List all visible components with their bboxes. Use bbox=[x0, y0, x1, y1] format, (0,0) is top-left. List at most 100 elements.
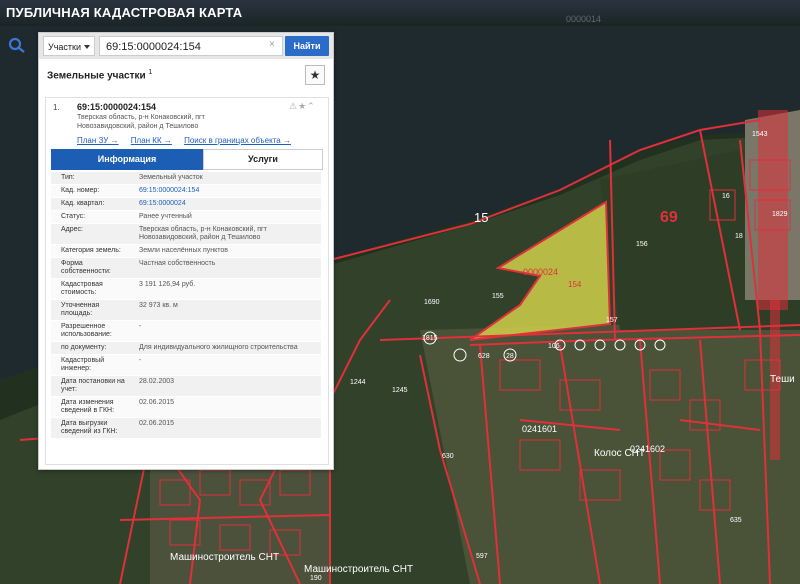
object-type-select[interactable]: Участки bbox=[43, 36, 95, 56]
attribute-value: 28.02.2003 bbox=[139, 378, 175, 385]
search-input[interactable]: 69:15:0000024:154 bbox=[99, 36, 283, 56]
attribute-label: Дата постановки на учет: bbox=[61, 378, 125, 393]
attribute-row: Форма собственности: Частная собственност… bbox=[51, 258, 321, 279]
clear-icon[interactable]: × bbox=[269, 39, 275, 50]
result-cadastral-id[interactable]: 69:15:0000024:154 bbox=[77, 102, 156, 112]
plot-label: 157 bbox=[606, 317, 618, 324]
search-bar: Участки 69:15:0000024:154 × Найти bbox=[39, 33, 333, 59]
parcel-code-label: 0000024 bbox=[523, 267, 558, 277]
object-type-label: Участки bbox=[48, 42, 81, 52]
map-label-mashino-2: Машиностроитель СНТ bbox=[304, 564, 413, 575]
attribute-value: - bbox=[139, 357, 142, 364]
attribute-label: Статус: bbox=[61, 213, 86, 220]
attribute-label: Кад. квартал: bbox=[61, 200, 105, 207]
plot-label: 155 bbox=[492, 293, 504, 300]
plot-label: 190 bbox=[310, 575, 322, 582]
attribute-value: Частная собственность bbox=[139, 260, 216, 267]
tab-information[interactable]: Информация bbox=[51, 149, 203, 170]
search-panel: Участки 69:15:0000024:154 × Найти Земель… bbox=[38, 32, 334, 470]
attribute-value[interactable]: 69:15:0000024 bbox=[135, 198, 321, 210]
attribute-label: Категория земель: bbox=[61, 247, 121, 254]
attribute-label: Дата изменения сведений в ГКН: bbox=[61, 399, 115, 414]
plot-label: 1543 bbox=[752, 131, 768, 138]
result-address-line: Новозавидовский, район д Тешилово bbox=[77, 123, 199, 130]
result-tabs: Информация Услуги bbox=[51, 149, 323, 170]
plot-label: 1690 bbox=[424, 299, 440, 306]
attribute-value: Для индивидуального жилищного строительс… bbox=[139, 344, 298, 351]
attribute-value: 3 191 126,94 руб. bbox=[139, 281, 196, 288]
attribute-row: Уточненная площадь: 32 973 кв. м bbox=[51, 300, 321, 321]
attribute-value[interactable]: 69:15:0000024:154 bbox=[135, 185, 321, 197]
attribute-row: Дата постановки на учет: 28.02.2003 bbox=[51, 376, 321, 397]
plot-label: 1829 bbox=[772, 211, 788, 218]
results-count: 1 bbox=[148, 69, 153, 76]
attribute-value: - bbox=[139, 323, 142, 330]
plot-label: 156 bbox=[636, 241, 648, 248]
star-icon: ★ bbox=[309, 68, 321, 82]
parcel-num-label: 154 bbox=[568, 280, 582, 289]
attribute-row: Кадастровый инженер: - bbox=[51, 355, 321, 376]
plot-label: 106 bbox=[548, 343, 560, 350]
plan-zu-link[interactable]: План ЗУ → bbox=[77, 136, 119, 145]
plan-kk-link[interactable]: План КК → bbox=[131, 136, 172, 145]
attribute-label: Адрес: bbox=[61, 226, 83, 233]
plot-label: 1815 bbox=[422, 335, 438, 342]
plot-label: 28 bbox=[506, 353, 514, 360]
result-address-line: Тверская область, р-н Конаковский, пгт bbox=[77, 114, 205, 121]
attribute-label: Разрешенное использование: bbox=[61, 323, 112, 338]
map-label-zone-69: 69 bbox=[660, 209, 678, 226]
attribute-value: 02.06.2015 bbox=[139, 420, 175, 427]
attribute-label: Кад. номер: bbox=[61, 187, 100, 194]
attribute-row: Адрес: Тверская область, р-н Конаковский,… bbox=[51, 224, 321, 245]
attribute-row: Кадастровая стоимость: 3 191 126,94 руб. bbox=[51, 279, 321, 300]
plot-label: 635 bbox=[730, 517, 742, 524]
plot-label: 597 bbox=[476, 553, 488, 560]
attribute-label: по документу: bbox=[61, 344, 107, 351]
attribute-value: 32 973 кв. м bbox=[139, 302, 178, 309]
attribute-row: Разрешенное использование: - bbox=[51, 321, 321, 342]
result-actions-icons[interactable]: ⚠★⌃ bbox=[289, 101, 316, 112]
result-address: Тверская область, р-н Конаковский, пгт Н… bbox=[77, 113, 287, 131]
favorites-button[interactable]: ★ bbox=[305, 65, 325, 85]
find-button[interactable]: Найти bbox=[285, 36, 329, 56]
tab-services[interactable]: Услуги bbox=[203, 149, 323, 170]
top-bar: ПУБЛИЧНАЯ КАДАСТРОВАЯ КАРТА bbox=[0, 0, 800, 26]
attributes-table: Тип: Земельный участок Кад. номер: 69:15:00… bbox=[51, 172, 321, 439]
plot-label: 630 bbox=[442, 453, 454, 460]
attribute-label: Кадастровый инженер: bbox=[61, 357, 105, 372]
search-icon[interactable] bbox=[8, 37, 26, 53]
attribute-row: Дата выгрузки сведений из ГКН: 02.06.2015 bbox=[51, 418, 321, 439]
attribute-row: Кад. номер: 69:15:0000024:154 bbox=[51, 185, 321, 198]
attribute-label: Уточненная площадь: bbox=[61, 302, 100, 317]
attribute-row: Категория земель: Земли населённых пункто… bbox=[51, 245, 321, 258]
result-number: 1. bbox=[53, 103, 60, 112]
attribute-row: Кад. квартал: 69:15:0000024 bbox=[51, 198, 321, 211]
attribute-value: Ранее учтенный bbox=[139, 213, 192, 220]
attribute-row: Тип: Земельный участок bbox=[51, 172, 321, 185]
plot-label: 18 bbox=[735, 233, 743, 240]
result-links: План ЗУ → План КК → Поиск в границах объ… bbox=[77, 136, 301, 145]
chevron-down-icon bbox=[84, 45, 90, 49]
attribute-value: Земельный участок bbox=[139, 174, 203, 181]
attribute-label: Дата выгрузки сведений из ГКН: bbox=[61, 420, 118, 435]
results-heading: Земельные участки 1 bbox=[47, 69, 152, 81]
plot-label: 1244 bbox=[350, 379, 366, 386]
results-heading-text: Земельные участки bbox=[47, 70, 146, 82]
map-label-teshi: Теши bbox=[770, 374, 795, 385]
attribute-value: Земли населённых пунктов bbox=[139, 247, 229, 254]
attribute-label: Форма собственности: bbox=[61, 260, 111, 275]
attribute-value: Тверская область, р-н Конаковский, пгт Н… bbox=[139, 226, 267, 241]
attribute-row: по документу: Для индивидуального жилищно… bbox=[51, 342, 321, 355]
attribute-row: Статус: Ранее учтенный bbox=[51, 211, 321, 224]
map-label-mashino-1: Машиностроитель СНТ bbox=[170, 552, 279, 563]
attribute-label: Тип: bbox=[61, 174, 75, 181]
plot-label: 628 bbox=[478, 353, 490, 360]
attribute-row: Дата изменения сведений в ГКН: 02.06.2015 bbox=[51, 397, 321, 418]
map-label-q0241601: 0241601 bbox=[522, 424, 557, 434]
attribute-label: Кадастровая стоимость: bbox=[61, 281, 103, 296]
map-label-kolos: Колос СНТ bbox=[594, 448, 645, 459]
plot-label: 1245 bbox=[392, 387, 408, 394]
map-label-zone-15: 15 bbox=[474, 210, 488, 225]
plot-label: 16 bbox=[722, 193, 730, 200]
search-in-bounds-link[interactable]: Поиск в границах объекта → bbox=[184, 136, 291, 145]
